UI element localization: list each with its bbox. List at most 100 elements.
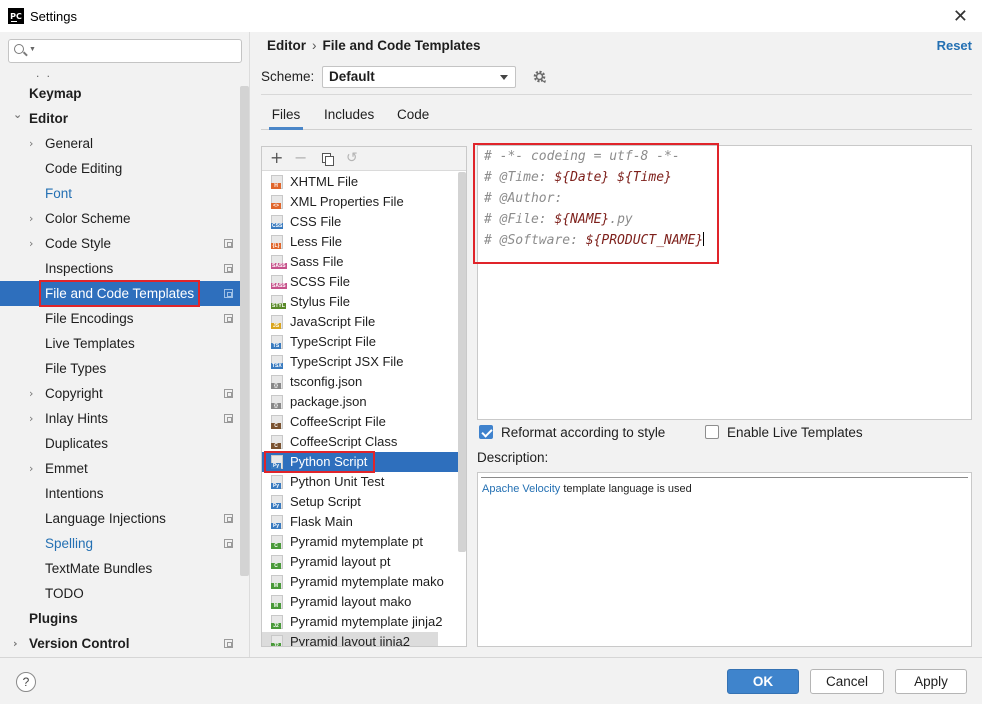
template-item-xhtml-file[interactable]: H XHTML File — [262, 172, 458, 192]
sidebar-item-font[interactable]: Font — [0, 181, 240, 206]
sidebar-item-intentions[interactable]: Intentions — [0, 481, 240, 506]
ok-button[interactable]: OK — [727, 669, 799, 694]
scheme-dropdown[interactable]: Default — [322, 66, 516, 88]
sidebar-item-plugins[interactable]: Plugins — [0, 606, 240, 631]
reset-link[interactable]: Reset — [937, 38, 972, 53]
template-item-pyramid-mytemplate-mako[interactable]: M Pyramid mytemplate mako — [262, 572, 458, 592]
file-type-icon: SASS — [271, 275, 287, 289]
template-item-pyramid-layout-jinja2[interactable]: J2 Pyramid layout jinja2 — [262, 632, 438, 646]
add-icon[interactable]: + — [270, 148, 283, 168]
template-item-tsconfig-json[interactable]: {} tsconfig.json — [262, 372, 458, 392]
sidebar-item-copyright[interactable]: › Copyright — [0, 381, 240, 406]
sidebar-item-general[interactable]: › General — [0, 131, 240, 156]
template-item-xml-properties-file[interactable]: <> XML Properties File — [262, 192, 458, 212]
gear-icon[interactable] — [532, 69, 547, 84]
cancel-button[interactable]: Cancel — [810, 669, 884, 694]
template-item-sass-file[interactable]: SASS Sass File — [262, 252, 458, 272]
template-item-label: Python Script — [263, 451, 376, 473]
template-item-scss-file[interactable]: SASS SCSS File — [262, 272, 458, 292]
sidebar-item-code-style[interactable]: › Code Style — [0, 231, 240, 256]
sidebar-item-textmate-bundles[interactable]: TextMate Bundles — [0, 556, 240, 581]
file-type-icon: {} — [271, 395, 283, 409]
description-text: Apache Velocity template language is use… — [482, 483, 692, 495]
dialog-footer: ? OK Cancel Apply — [0, 657, 982, 704]
sidebar-item-label: Copyright — [45, 386, 103, 401]
chevron-right-icon[interactable]: › — [29, 381, 33, 406]
template-item-javascript-file[interactable]: JS JavaScript File — [262, 312, 458, 332]
chevron-right-icon[interactable]: › — [29, 231, 33, 256]
file-type-icon: J2 — [271, 615, 283, 629]
template-list-toolbar: + − ↺ — [262, 147, 466, 171]
file-type-badge: C — [271, 443, 281, 449]
template-item-pyramid-layout-pt[interactable]: C Pyramid layout pt — [262, 552, 458, 572]
sidebar-item-version-control[interactable]: › Version Control — [0, 631, 240, 656]
pycharm-logo-icon: PC — [8, 8, 24, 24]
template-item-pyramid-mytemplate-pt[interactable]: C Pyramid mytemplate pt — [262, 532, 458, 552]
sidebar-item-inspections[interactable]: Inspections — [0, 256, 240, 281]
template-item-less-file[interactable]: {L} Less File — [262, 232, 458, 252]
chevron-down-icon[interactable]: ⌄ — [13, 102, 22, 127]
sidebar-item-spelling[interactable]: Spelling — [0, 531, 240, 556]
sidebar-item-label: Spelling — [45, 536, 94, 551]
reset-to-default-icon[interactable]: ↺ — [346, 148, 358, 168]
project-scope-icon — [224, 389, 233, 398]
template-item-package-json[interactable]: {} package.json — [262, 392, 458, 412]
sidebar-scrollbar[interactable] — [240, 86, 249, 576]
template-item-css-file[interactable]: CSS CSS File — [262, 212, 458, 232]
sidebar-item-code-editing[interactable]: Code Editing — [0, 156, 240, 181]
template-item-flask-main[interactable]: Py Flask Main — [262, 512, 458, 532]
file-type-icon: H — [271, 175, 283, 189]
search-icon — [14, 44, 24, 54]
template-item-python-unit-test[interactable]: Py Python Unit Test — [262, 472, 458, 492]
template-item-setup-script[interactable]: Py Setup Script — [262, 492, 458, 512]
chevron-right-icon[interactable]: › — [29, 206, 33, 231]
chevron-right-icon[interactable]: › — [29, 406, 33, 431]
remove-icon[interactable]: − — [294, 148, 307, 168]
template-variable: ${Time} — [617, 170, 672, 185]
window-title: Settings — [30, 8, 77, 24]
template-item-coffeescript-class[interactable]: C CoffeeScript Class — [262, 432, 458, 452]
tab-code[interactable]: Code — [397, 104, 429, 130]
tab-includes[interactable]: Includes — [324, 104, 374, 130]
description-label: Description: — [477, 450, 549, 465]
sidebar-item-file-encodings[interactable]: File Encodings — [0, 306, 240, 331]
chevron-right-icon[interactable]: › — [29, 456, 33, 481]
template-item-typescript-jsx-file[interactable]: TSX TypeScript JSX File — [262, 352, 458, 372]
close-icon[interactable]: ✕ — [953, 6, 968, 27]
template-item-typescript-file[interactable]: TS TypeScript File — [262, 332, 458, 352]
template-editor[interactable]: # -*- codeing = utf-8 -*- # @Time: ${Date… — [473, 143, 972, 420]
sidebar-item-file-and-code-templates[interactable]: File and Code Templates — [0, 280, 240, 307]
sidebar-item-language-injections[interactable]: Language Injections — [0, 506, 240, 531]
live-templates-checkbox[interactable] — [705, 425, 719, 439]
tab-files[interactable]: Files — [269, 104, 303, 130]
sidebar-item-inlay-hints[interactable]: › Inlay Hints — [0, 406, 240, 431]
template-item-pyramid-layout-mako[interactable]: M Pyramid layout mako — [262, 592, 458, 612]
copy-icon[interactable] — [322, 153, 334, 166]
template-item-stylus-file[interactable]: STYL Stylus File — [262, 292, 458, 312]
sidebar-item-file-types[interactable]: File Types — [0, 356, 240, 381]
template-item-python-script[interactable]: Py Python Script — [262, 451, 458, 473]
sidebar-item-emmet[interactable]: › Emmet — [0, 456, 240, 481]
chevron-right-icon[interactable]: › — [29, 131, 33, 156]
sidebar-item-keymap[interactable]: Keymap — [0, 81, 240, 106]
reformat-checkbox[interactable] — [479, 425, 493, 439]
sidebar-item-live-templates[interactable]: Live Templates — [0, 331, 240, 356]
sidebar-item-duplicates[interactable]: Duplicates — [0, 431, 240, 456]
sidebar-item-label: Language Injections — [45, 511, 166, 526]
apply-button[interactable]: Apply — [895, 669, 967, 694]
template-item-coffeescript-file[interactable]: C CoffeeScript File — [262, 412, 458, 432]
file-type-badge: TSX — [271, 363, 283, 369]
breadcrumb-editor[interactable]: Editor — [267, 38, 306, 53]
chevron-right-icon[interactable]: › — [13, 631, 18, 656]
sidebar-item-todo[interactable]: TODO — [0, 581, 240, 606]
main-panel: Editor › File and Code Templates Reset Sch… — [251, 32, 982, 657]
search-history-dropdown-icon[interactable]: ▼ — [29, 46, 36, 53]
template-list-scrollbar[interactable] — [458, 172, 466, 552]
sidebar-item-editor[interactable]: ⌄ Editor — [0, 106, 240, 131]
settings-search[interactable]: ▼ — [8, 39, 242, 63]
apache-velocity-link[interactable]: Apache Velocity — [482, 483, 560, 495]
sidebar-item-color-scheme[interactable]: › Color Scheme — [0, 206, 240, 231]
template-item-pyramid-mytemplate-jinja2[interactable]: J2 Pyramid mytemplate jinja2 — [262, 612, 458, 632]
help-button[interactable]: ? — [16, 672, 36, 692]
search-input[interactable] — [39, 42, 237, 60]
